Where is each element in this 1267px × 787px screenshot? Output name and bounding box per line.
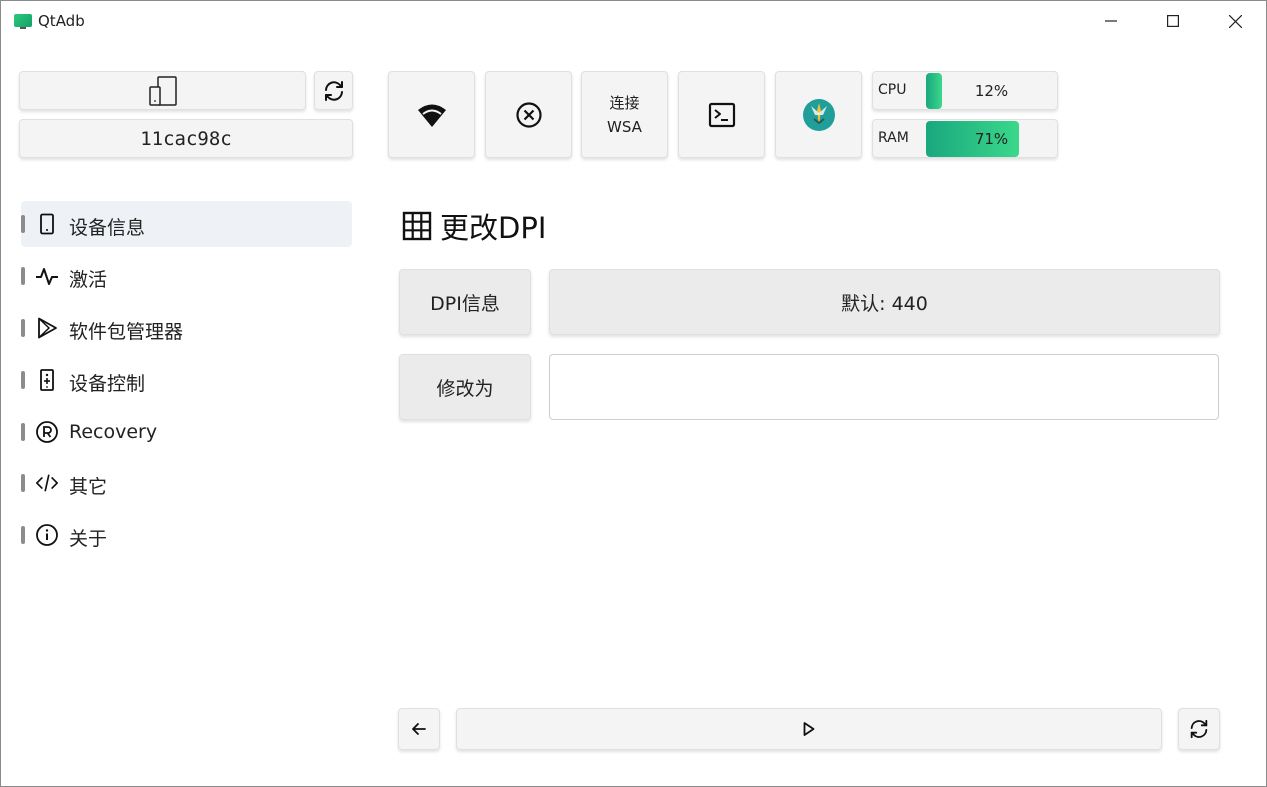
sidebar-item-activate[interactable]: 激活 (21, 253, 352, 299)
execute-button[interactable] (456, 708, 1162, 750)
sidebar-item-label: Recovery (69, 421, 158, 443)
ram-value: 71% (974, 130, 1009, 148)
nav-indicator (21, 526, 25, 544)
ram-label: RAM (878, 130, 909, 146)
reload-button[interactable] (1178, 708, 1220, 750)
nav-indicator (21, 267, 25, 285)
sidebar-item-device-control[interactable]: 设备控制 (21, 357, 352, 403)
sidebar-item-label: 其它 (69, 476, 108, 498)
arrow-left-icon (412, 723, 426, 735)
connect-wsa-label-line2: WSA (607, 117, 642, 136)
nav-indicator (21, 474, 25, 492)
cpu-meter: CPU 12% (872, 71, 1058, 110)
sidebar-item-label: 激活 (69, 269, 108, 291)
minimize-icon (1105, 20, 1117, 22)
maximize-icon (1167, 15, 1179, 27)
grid-icon (402, 211, 432, 241)
back-button[interactable] (398, 708, 440, 750)
close-icon (1228, 14, 1242, 28)
app-icon (14, 14, 32, 29)
nav-indicator (21, 423, 25, 441)
minimize-button[interactable] (1081, 1, 1141, 41)
play-icon (803, 722, 815, 736)
info-icon (35, 523, 59, 547)
sidebar-item-others[interactable]: 其它 (21, 460, 352, 506)
dpi-input[interactable] (549, 354, 1219, 420)
maximize-button[interactable] (1143, 1, 1203, 41)
nav-indicator (21, 215, 25, 233)
terminal-icon (708, 102, 735, 127)
close-button[interactable] (1205, 1, 1265, 41)
disconnect-icon (515, 101, 542, 128)
device-serial: 11cac98c (19, 119, 353, 158)
connect-wsa-label-line1: 连接 (609, 93, 640, 112)
nav-indicator (21, 371, 25, 389)
refresh-icon (1190, 719, 1208, 739)
dpi-info-label: DPI信息 (399, 269, 531, 335)
sidebar-item-label: 设备信息 (69, 217, 146, 239)
code-icon (35, 471, 59, 495)
play-store-icon (35, 316, 59, 340)
page-title: 更改DPI (440, 211, 547, 245)
dpi-info-value: 默认: 440 (549, 269, 1220, 335)
sidebar-item-label: 关于 (69, 528, 108, 550)
registered-icon (35, 420, 59, 444)
magisk-button[interactable] (775, 71, 862, 158)
nav-indicator (21, 319, 25, 337)
sidebar-item-about[interactable]: 关于 (21, 512, 352, 558)
app-window: QtAdb 11cac98c 连接 WSA CPU 12% RAM 71% 设备… (0, 0, 1267, 787)
refresh-devices-button[interactable] (314, 71, 353, 110)
magisk-icon (802, 98, 835, 131)
device-select-button[interactable] (19, 71, 306, 110)
sidebar-item-package-manager[interactable]: 软件包管理器 (21, 305, 352, 351)
title-bar: QtAdb (1, 1, 1266, 41)
remote-icon (35, 368, 59, 392)
activity-icon (35, 264, 59, 288)
devices-icon (148, 75, 177, 106)
ram-meter: RAM 71% (872, 119, 1058, 158)
ram-track: 71% (926, 121, 1057, 157)
wifi-icon (417, 104, 446, 127)
sidebar-item-label: 软件包管理器 (69, 321, 184, 343)
wifi-connect-button[interactable] (388, 71, 475, 158)
disconnect-button[interactable] (485, 71, 572, 158)
cpu-label: CPU (878, 82, 907, 98)
modify-to-label: 修改为 (399, 354, 531, 420)
connect-wsa-button[interactable]: 连接 WSA (581, 71, 668, 158)
cpu-value: 12% (974, 82, 1009, 100)
sidebar-item-device-info[interactable]: 设备信息 (21, 201, 352, 247)
refresh-icon (324, 80, 343, 101)
phone-icon (35, 212, 59, 236)
sidebar-item-recovery[interactable]: Recovery (21, 409, 352, 455)
terminal-button[interactable] (678, 71, 765, 158)
window-title: QtAdb (38, 12, 85, 30)
page-header: 更改DPI (402, 206, 546, 246)
sidebar-item-label: 设备控制 (69, 373, 146, 395)
cpu-track: 12% (926, 73, 1057, 109)
